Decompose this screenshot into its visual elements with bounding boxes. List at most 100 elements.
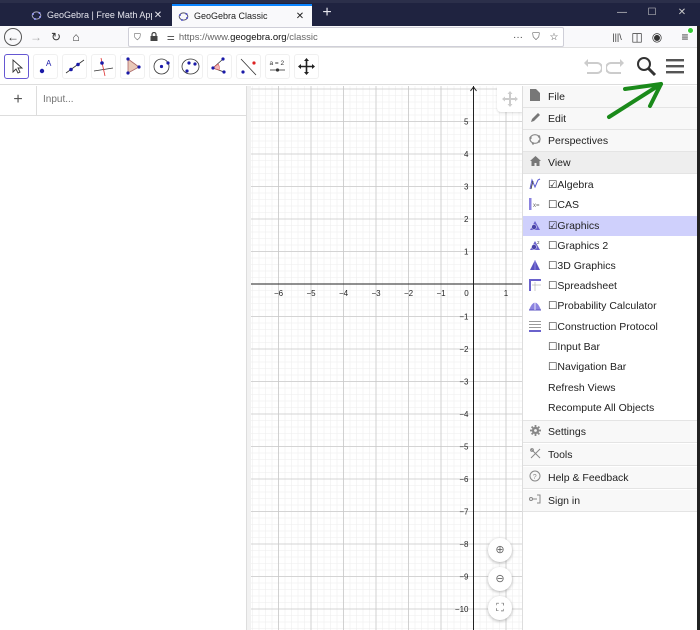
search-button[interactable] bbox=[634, 54, 658, 80]
y-tick-label: −8 bbox=[459, 540, 469, 549]
minimize-button[interactable]: — bbox=[612, 5, 632, 21]
tab-geogebra-classic[interactable]: GeoGebra Classic ✕ bbox=[172, 4, 312, 26]
menu-item-view[interactable]: View bbox=[523, 152, 698, 174]
account-icon[interactable]: ◉ bbox=[648, 28, 666, 46]
undo-button[interactable] bbox=[582, 54, 603, 80]
x-tick-label: 0 bbox=[464, 289, 469, 298]
tool-point[interactable]: A bbox=[33, 54, 58, 79]
browser-menu-icon[interactable]: ≡ bbox=[676, 27, 694, 46]
tab-close-icon[interactable]: ✕ bbox=[152, 10, 164, 21]
add-item-button[interactable]: + bbox=[0, 86, 37, 116]
algebra-input-row: + bbox=[0, 86, 247, 116]
menu-item-sign-in[interactable]: Sign in bbox=[523, 490, 698, 512]
x-tick-label: −4 bbox=[339, 289, 349, 298]
menu-item-settings[interactable]: Settings bbox=[523, 421, 698, 443]
tab-geogebra-apps[interactable]: GeoGebra | Free Math Apps - u ✕ bbox=[25, 4, 170, 26]
forward-button[interactable]: → bbox=[27, 28, 45, 46]
reload-button[interactable]: ↻ bbox=[47, 28, 65, 46]
y-tick-label: 2 bbox=[464, 215, 469, 224]
recompute-all-objects-button[interactable]: Recompute All Objects bbox=[523, 398, 698, 418]
view-toggle-graphics-2[interactable]: 2 ☐Graphics 2 bbox=[523, 236, 698, 256]
menu-item-file[interactable]: File bbox=[523, 86, 698, 108]
circle-three-points-icon bbox=[181, 58, 200, 75]
y-tick-label: −5 bbox=[459, 443, 469, 452]
tool-reflect-line[interactable] bbox=[236, 54, 261, 79]
y-tick-label: 5 bbox=[464, 118, 469, 127]
tab-close-icon[interactable]: ✕ bbox=[294, 11, 306, 22]
menu-item-tools[interactable]: Tools bbox=[523, 444, 698, 466]
refresh-views-button[interactable]: Refresh Views bbox=[523, 378, 698, 398]
page-actions-icon[interactable]: ··· bbox=[509, 32, 527, 43]
tab-title: GeoGebra Classic bbox=[194, 11, 268, 21]
bookmark-star-icon[interactable]: ☆ bbox=[545, 32, 563, 43]
maximize-button[interactable]: ☐ bbox=[642, 5, 662, 21]
back-button[interactable]: ← bbox=[4, 28, 22, 46]
close-window-button[interactable]: ✕ bbox=[672, 5, 692, 21]
tool-move-graphics[interactable] bbox=[294, 54, 319, 79]
lock-icon[interactable] bbox=[150, 31, 158, 43]
line-icon bbox=[65, 59, 85, 74]
svg-text:A: A bbox=[46, 59, 52, 68]
graphics-view[interactable]: −6 −5 −4 −3 −2 −1 0 1 5 4 3 2 1 −1 −2 −3 −4 −5 −6 −7 −8 −9 −10… bbox=[251, 86, 522, 630]
view-toggle-navigation-bar[interactable]: ☐Navigation Bar bbox=[523, 357, 698, 377]
perpendicular-line-icon bbox=[93, 57, 114, 77]
view-toggle-spreadsheet[interactable]: ☐Spreadsheet bbox=[523, 276, 698, 296]
x-tick-label: −5 bbox=[306, 289, 316, 298]
zoom-out-button[interactable]: ⊖ bbox=[488, 567, 512, 591]
tab-title: GeoGebra | Free Math Apps - u bbox=[47, 10, 152, 20]
hamburger-menu-icon bbox=[666, 59, 684, 74]
algebra-input[interactable] bbox=[43, 94, 233, 105]
construction-protocol-icon bbox=[524, 320, 546, 335]
tool-circle-three-points[interactable] bbox=[178, 54, 203, 79]
view-toggle-3d-graphics[interactable]: ☐3D Graphics bbox=[523, 256, 698, 276]
geogebra-favicon-icon bbox=[31, 10, 42, 21]
tool-circle-center-point[interactable] bbox=[149, 54, 174, 79]
svg-text:x=: x= bbox=[533, 203, 540, 209]
main-menu-button[interactable] bbox=[664, 54, 686, 80]
zoom-in-button[interactable]: ⊕ bbox=[488, 538, 512, 562]
menu-item-perspectives[interactable]: Perspectives bbox=[523, 130, 698, 152]
library-icon[interactable]: |||\ bbox=[608, 28, 626, 46]
view-toggle-label: ☐Probability Calculator bbox=[548, 300, 657, 312]
tool-polygon[interactable] bbox=[120, 54, 145, 79]
tool-angle[interactable] bbox=[207, 54, 232, 79]
view-toggle-construction-protocol[interactable]: ☐Construction Protocol bbox=[523, 317, 698, 337]
view-toggle-input-bar[interactable]: ☐Input Bar bbox=[523, 337, 698, 357]
menu-item-edit[interactable]: Edit bbox=[523, 108, 698, 130]
reflect-line-icon bbox=[240, 58, 257, 76]
view-toggle-cas[interactable]: x= ☐CAS bbox=[523, 195, 698, 215]
home-icon bbox=[524, 156, 546, 169]
view-toggle-graphics[interactable]: ☑Graphics bbox=[523, 216, 698, 236]
url-bar[interactable]: ⛉ ⚌ https://www.geogebra.org/classic ···… bbox=[128, 27, 564, 47]
action-label: Refresh Views bbox=[548, 382, 616, 394]
view-toggle-probability[interactable]: ☐Probability Calculator bbox=[523, 296, 698, 316]
menu-item-label: File bbox=[548, 90, 565, 103]
update-badge-icon bbox=[687, 27, 694, 34]
home-button[interactable]: ⌂ bbox=[67, 28, 85, 46]
graphics-canvas[interactable]: −6 −5 −4 −3 −2 −1 0 154321−1−2−3−4−5−6−7−8−9−10 bbox=[251, 86, 522, 630]
style-bar-move-button[interactable] bbox=[497, 86, 522, 112]
permissions-icon[interactable]: ⚌ bbox=[167, 32, 175, 43]
algebra-view-icon bbox=[524, 177, 546, 193]
url-path: /classic bbox=[286, 31, 318, 43]
tool-slider[interactable]: a = 2 bbox=[265, 54, 290, 79]
tool-perpendicular-line[interactable] bbox=[91, 54, 116, 79]
svg-text:2: 2 bbox=[537, 240, 540, 245]
view-toggle-label: ☐Navigation Bar bbox=[548, 361, 627, 373]
view-toggle-label: ☑Algebra bbox=[548, 179, 594, 191]
spreadsheet-icon bbox=[524, 278, 546, 294]
y-tick-label: −1 bbox=[459, 313, 469, 322]
sidebar-icon[interactable]: ◫ bbox=[628, 28, 646, 46]
tool-move[interactable] bbox=[4, 54, 29, 79]
shield-icon[interactable]: ⛉ bbox=[134, 32, 141, 43]
url-text[interactable]: https://www.geogebra.org/classic bbox=[179, 32, 509, 43]
pocket-icon[interactable]: ⛉ bbox=[527, 32, 545, 43]
menu-item-help[interactable]: ? Help & Feedback bbox=[523, 467, 698, 489]
tool-line[interactable] bbox=[62, 54, 87, 79]
redo-button[interactable] bbox=[605, 54, 626, 80]
view-toggle-algebra[interactable]: ☑Algebra bbox=[523, 175, 698, 195]
menu-item-label: Tools bbox=[548, 448, 573, 461]
graphics-view-icon bbox=[524, 219, 546, 234]
fullscreen-button[interactable]: ⛶ bbox=[488, 596, 512, 620]
new-tab-button[interactable]: + bbox=[316, 4, 338, 24]
